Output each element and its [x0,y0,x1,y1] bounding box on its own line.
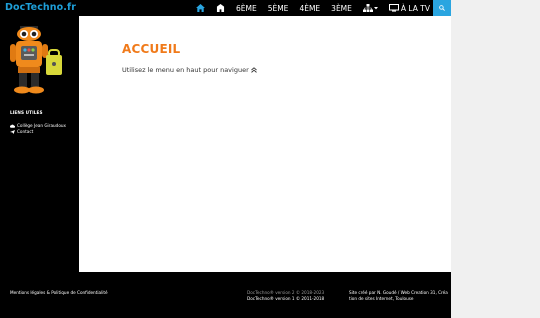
send-icon [10,129,15,134]
network-dropdown[interactable] [362,0,378,16]
sidebar-link-contact[interactable]: Contact [10,129,33,134]
page-title: ACCUEIL [122,42,181,56]
sidebar: LIENS UTILES Collège Jean Giraudoux Cont… [0,16,79,272]
footer: Mentions légales & Politique de Confiden… [0,272,451,318]
main-nav: 6ÈME 5ÈME 4ÈME 3ÈME À LA TV [196,0,433,16]
nav-item-tv[interactable]: À LA TV [388,0,430,16]
cloud-icon [10,124,15,128]
version-line-2: DocTechno® version 1 © 2011-2018 [247,296,325,301]
site-brand[interactable]: DocTechno.fr [5,2,76,13]
school-icon[interactable] [216,0,225,16]
robot-mascot-logo[interactable] [10,26,68,94]
legal-link[interactable]: Mentions légales & Politique de Confiden… [10,290,108,296]
page-intro: Utilisez le menu en haut pour naviguer [122,66,257,74]
page-margin [451,0,540,318]
credit-line-2[interactable]: tion de sites Internet, Toulouse [349,296,413,302]
tv-icon [388,4,399,12]
sidebar-section-title: LIENS UTILES [10,110,43,115]
main-content: ACCUEIL Utilisez le menu en haut pour na… [79,16,451,272]
nav-item-4eme[interactable]: 4ÈME [299,0,320,16]
double-chevron-up-icon [250,67,257,73]
search-icon [439,5,445,11]
top-navbar: DocTechno.fr 6ÈME 5ÈME 4ÈME 3ÈME À LA TV [0,0,451,16]
sitemap-icon [362,4,373,12]
sidebar-link-college[interactable]: Collège Jean Giraudoux [10,123,66,128]
nav-item-6eme[interactable]: 6ÈME [236,0,257,16]
nav-item-5eme[interactable]: 5ÈME [268,0,289,16]
caret-down-icon [373,7,378,10]
nav-item-3eme[interactable]: 3ÈME [331,0,352,16]
home-icon[interactable] [196,0,205,16]
search-button[interactable] [433,0,451,16]
